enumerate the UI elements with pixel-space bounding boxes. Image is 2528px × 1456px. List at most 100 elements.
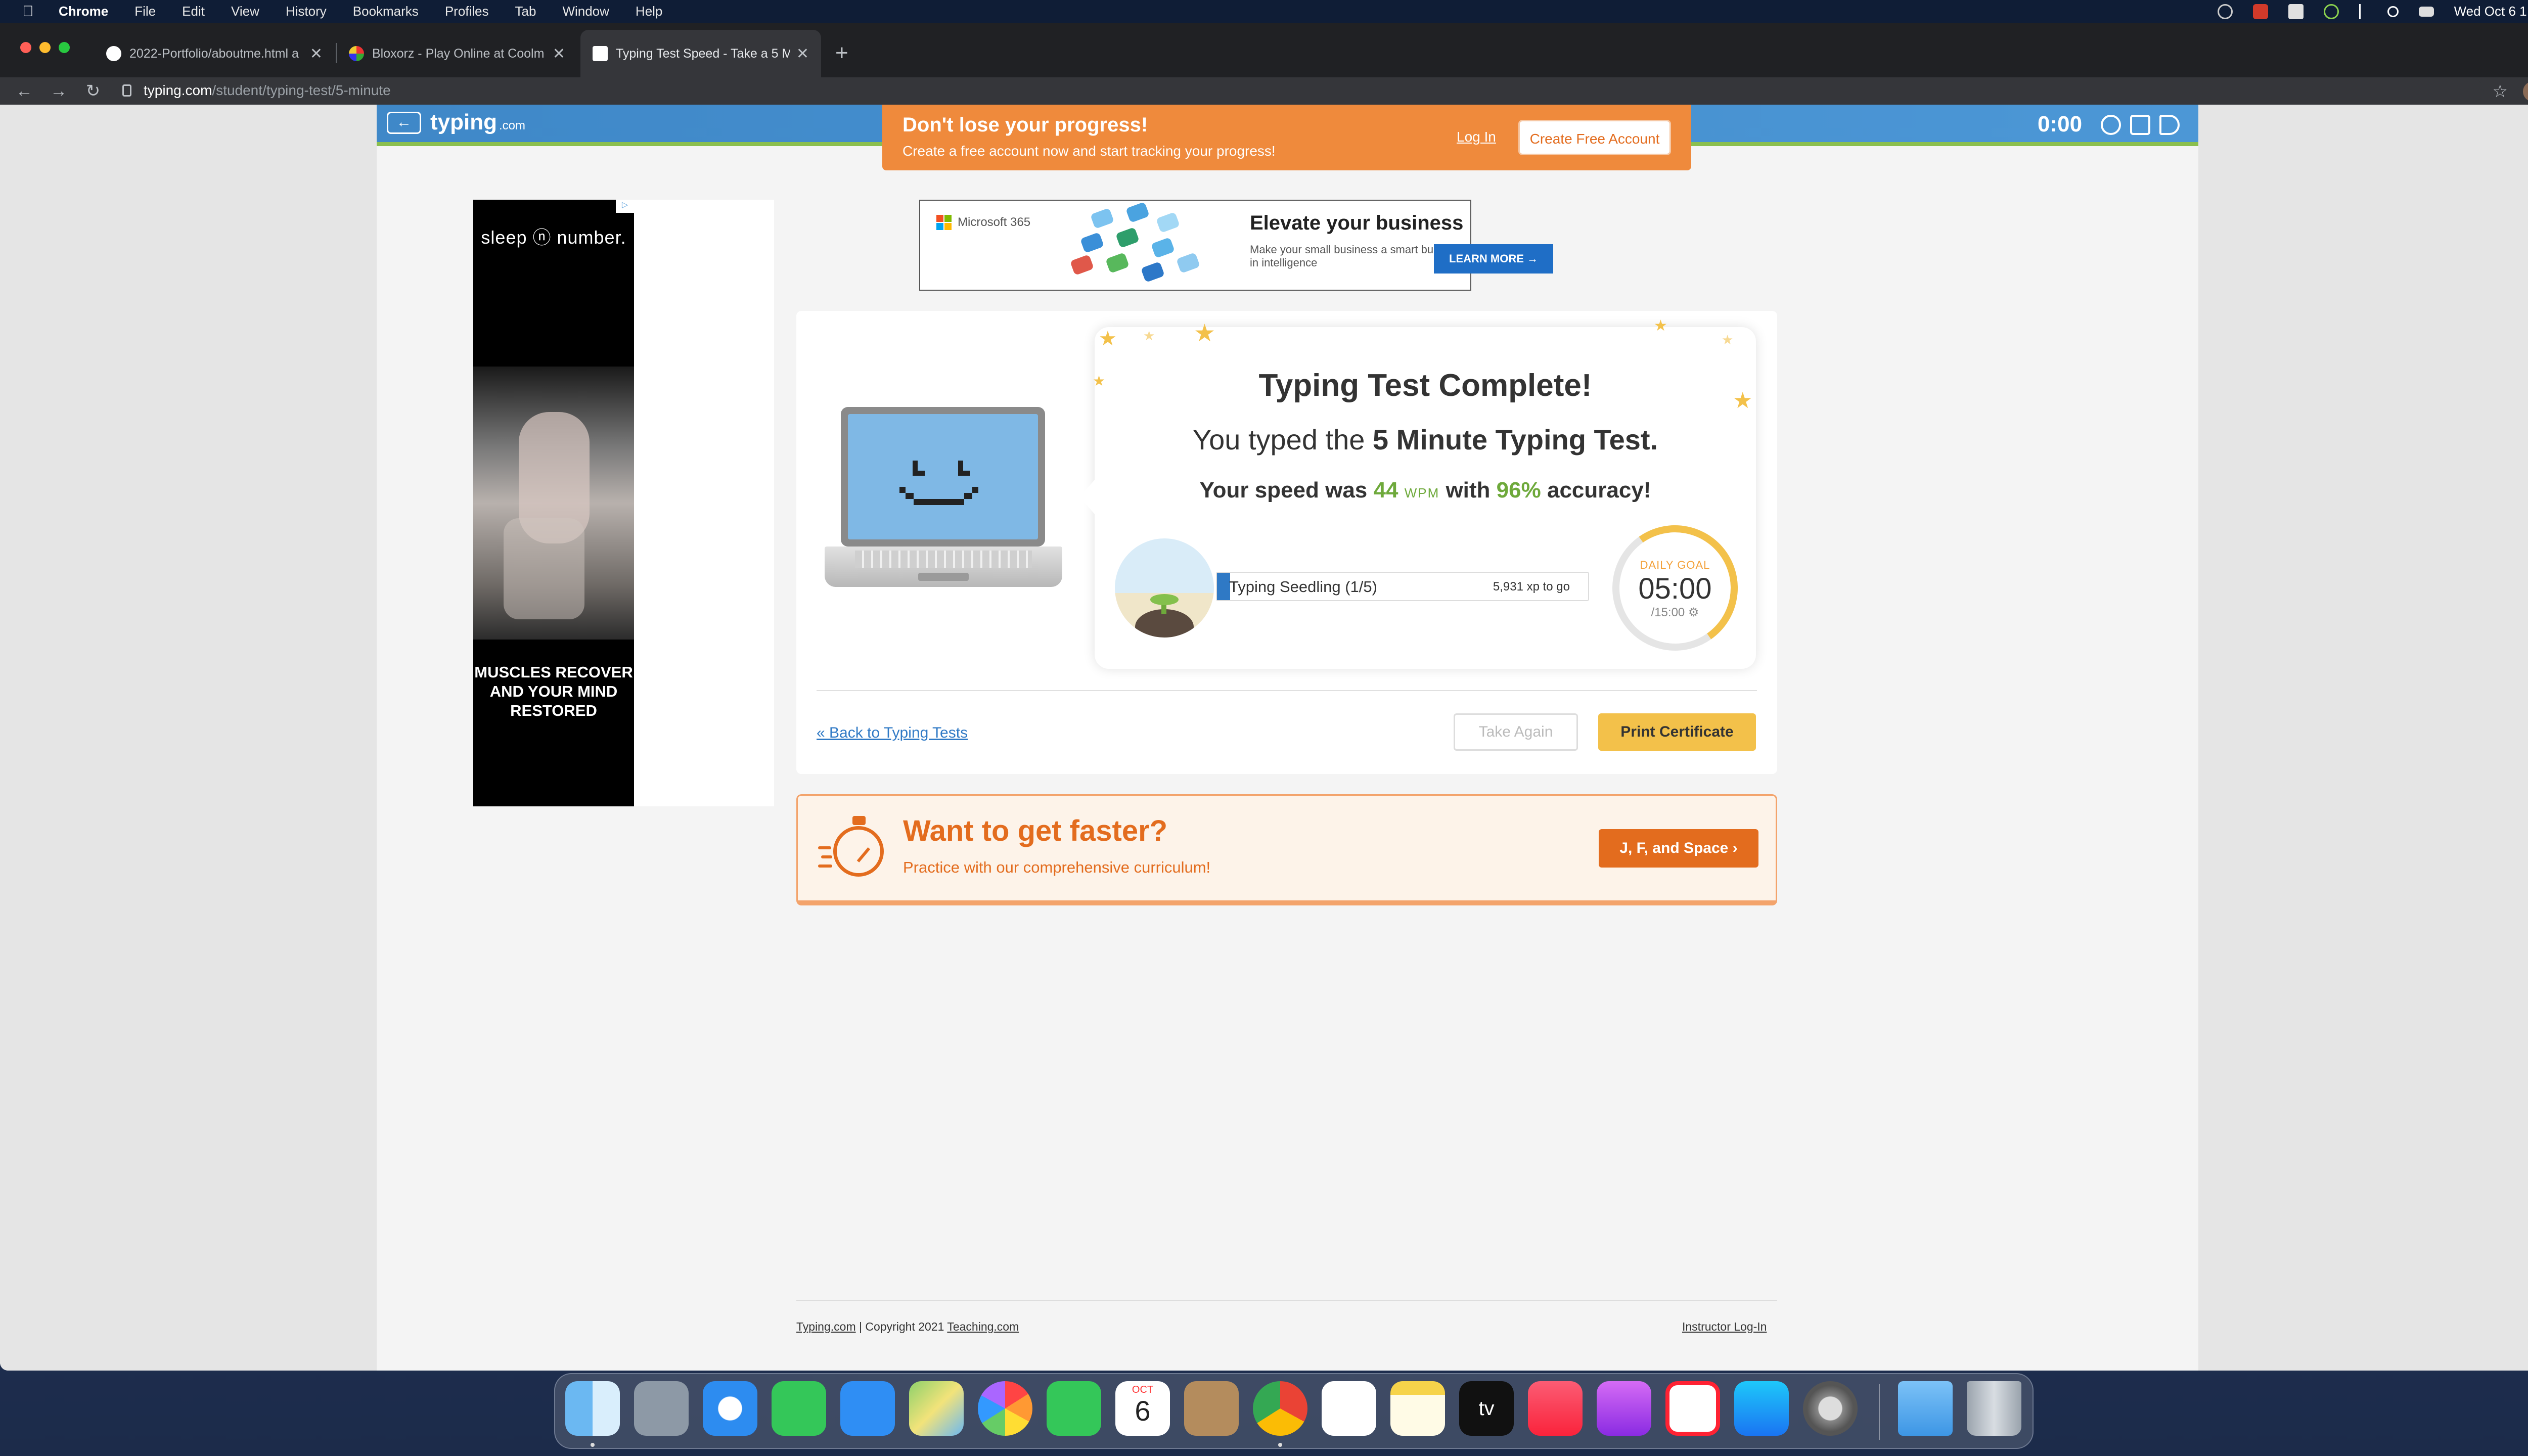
side-ad[interactable]: ▷ sleep ⓝ number. MUSCLES RECOVER AND YO… — [473, 200, 634, 806]
address-bar[interactable]: typing.com /student/typing-test/5-minute — [107, 78, 2484, 103]
mail-icon[interactable] — [840, 1381, 895, 1436]
url-host: typing.com — [144, 82, 212, 98]
back-arrow-icon[interactable]: ← — [14, 81, 34, 101]
take-again-button[interactable]: Take Again — [1454, 713, 1578, 751]
notes-icon[interactable] — [1390, 1381, 1445, 1436]
tab-strip: 2022-Portfolio/aboutme.html a ✕ Bloxorz … — [0, 23, 2528, 77]
ad-choices-icon[interactable]: ▷ — [616, 200, 634, 213]
ad-brand-name: Microsoft 365 — [958, 215, 1031, 229]
print-certificate-button[interactable]: Print Certificate — [1598, 713, 1756, 751]
coolmath-icon — [349, 46, 364, 61]
ad-learn-more-button[interactable]: LEARN MORE → — [1434, 244, 1553, 274]
top-ad-banner[interactable]: Microsoft 365 Elevate your business Make… — [919, 200, 1553, 291]
typing-com-link[interactable]: Typing.com — [796, 1320, 856, 1333]
stopwatch-icon — [818, 816, 884, 882]
adobe-icon[interactable] — [2252, 4, 2268, 19]
lesson-button[interactable]: J, F, and Space › — [1599, 829, 1758, 868]
menu-history[interactable]: History — [286, 4, 327, 19]
forward-arrow-icon[interactable]: → — [49, 81, 69, 101]
promo-subtitle: Practice with our comprehensive curricul… — [903, 858, 1211, 876]
menu-help[interactable]: Help — [636, 4, 662, 19]
menubar-clock[interactable]: Wed Oct 6 1:55 PM — [2454, 4, 2528, 19]
star-icon: ★ — [1722, 332, 1734, 347]
menu-bookmarks[interactable]: Bookmarks — [353, 4, 419, 19]
footer-right: Instructor Log-In — [1682, 1320, 1767, 1334]
xp-to-go: 5,931 xp to go — [1493, 580, 1570, 594]
menu-view[interactable]: View — [231, 4, 259, 19]
close-tab-icon[interactable]: ✕ — [310, 45, 323, 63]
ad-brand: Microsoft 365 — [936, 215, 1030, 230]
folder-icon[interactable] — [1898, 1381, 1953, 1436]
running-indicator — [591, 1443, 595, 1447]
login-link[interactable]: Log In — [1457, 129, 1496, 145]
appstore-icon[interactable] — [1734, 1381, 1789, 1436]
create-account-button[interactable]: Create Free Account — [1518, 120, 1671, 155]
contacts-icon[interactable] — [1184, 1381, 1239, 1436]
facetime-icon[interactable] — [1047, 1381, 1101, 1436]
zoom-window-button[interactable] — [59, 42, 70, 53]
menu-tab[interactable]: Tab — [515, 4, 536, 19]
bookmark-star-icon[interactable]: ☆ — [2493, 81, 2508, 102]
apple-icon[interactable]:  — [22, 4, 35, 19]
sound-icon[interactable] — [2159, 115, 2180, 135]
menu-profiles[interactable]: Profiles — [445, 4, 489, 19]
back-arrow-icon[interactable]: ← — [387, 112, 421, 134]
browser-chrome: 2022-Portfolio/aboutme.html a ✕ Bloxorz … — [0, 23, 2528, 105]
new-tab-button[interactable]: + — [835, 38, 848, 68]
photos-icon[interactable] — [978, 1381, 1032, 1436]
podcasts-icon[interactable] — [1597, 1381, 1651, 1436]
trash-icon[interactable] — [1967, 1381, 2021, 1436]
menu-file[interactable]: File — [134, 4, 156, 19]
profile-avatar[interactable] — [2523, 81, 2528, 102]
banner-subtitle: Create a free account now and start trac… — [902, 143, 1276, 159]
finder-icon[interactable] — [565, 1381, 620, 1436]
github-icon — [106, 46, 121, 61]
close-tab-icon[interactable]: ✕ — [796, 45, 809, 63]
grammarly-icon[interactable] — [2323, 4, 2339, 19]
tab-bloxorz[interactable]: Bloxorz - Play Online at Coolm ✕ — [337, 30, 577, 77]
teaching-com-link[interactable]: Teaching.com — [947, 1320, 1019, 1333]
chrome-icon[interactable] — [1253, 1381, 1307, 1436]
messages-icon[interactable] — [772, 1381, 826, 1436]
launchpad-icon[interactable] — [634, 1381, 689, 1436]
close-tab-icon[interactable]: ✕ — [553, 45, 565, 63]
typing-icon — [593, 46, 608, 61]
maps-icon[interactable] — [909, 1381, 964, 1436]
site-logo[interactable]: typing .com — [430, 110, 525, 135]
menu-app-chrome[interactable]: Chrome — [59, 4, 108, 19]
spotlight-search-icon[interactable] — [2387, 6, 2399, 17]
tab-typing-test[interactable]: Typing Test Speed - Take a 5 M ✕ — [580, 30, 821, 77]
instructor-login-link[interactable]: Instructor Log-In — [1682, 1320, 1767, 1333]
page-column: ← typing .com 0:00 Don't lose your progre… — [377, 105, 2198, 1371]
tab-title: 2022-Portfolio/aboutme.html a — [129, 46, 299, 61]
bluetooth-icon[interactable] — [2359, 4, 2367, 19]
reminders-icon[interactable] — [1322, 1381, 1376, 1436]
control-center-icon[interactable] — [2418, 6, 2434, 17]
subtitle-prefix: You typed the — [1192, 424, 1373, 456]
feedback-icon[interactable] — [2130, 115, 2150, 135]
calendar-icon[interactable]: OCT 6 — [1115, 1381, 1170, 1436]
appletv-icon[interactable]: tv — [1459, 1381, 1514, 1436]
minimize-window-button[interactable] — [39, 42, 51, 53]
speed-mid: with — [1439, 478, 1497, 503]
music-icon[interactable] — [1528, 1381, 1583, 1436]
reload-icon[interactable]: ↻ — [83, 81, 103, 101]
settings-icon[interactable] — [1803, 1381, 1858, 1436]
menu-edit[interactable]: Edit — [182, 4, 205, 19]
safari-icon[interactable] — [703, 1381, 757, 1436]
tab-portfolio[interactable]: 2022-Portfolio/aboutme.html a ✕ — [94, 30, 335, 77]
news-icon[interactable] — [1665, 1381, 1720, 1436]
star-icon: ★ — [1099, 328, 1117, 350]
creative-cloud-icon[interactable] — [2217, 4, 2233, 19]
tab-title: Typing Test Speed - Take a 5 M — [616, 46, 790, 61]
close-window-button[interactable] — [20, 42, 31, 53]
back-to-tests-link[interactable]: « Back to Typing Tests — [817, 724, 968, 742]
menu-window[interactable]: Window — [562, 4, 609, 19]
history-icon[interactable] — [2101, 115, 2121, 135]
footer-divider — [796, 1300, 1777, 1301]
star-icon: ★ — [1654, 317, 1667, 334]
daily-goal-ring[interactable]: DAILY GOAL 05:00 /15:00 ⚙ — [1602, 515, 1748, 661]
goal-total: /15:00 ⚙ — [1651, 606, 1699, 619]
lock-icon[interactable] — [122, 84, 131, 97]
shield-icon[interactable] — [2288, 4, 2304, 19]
